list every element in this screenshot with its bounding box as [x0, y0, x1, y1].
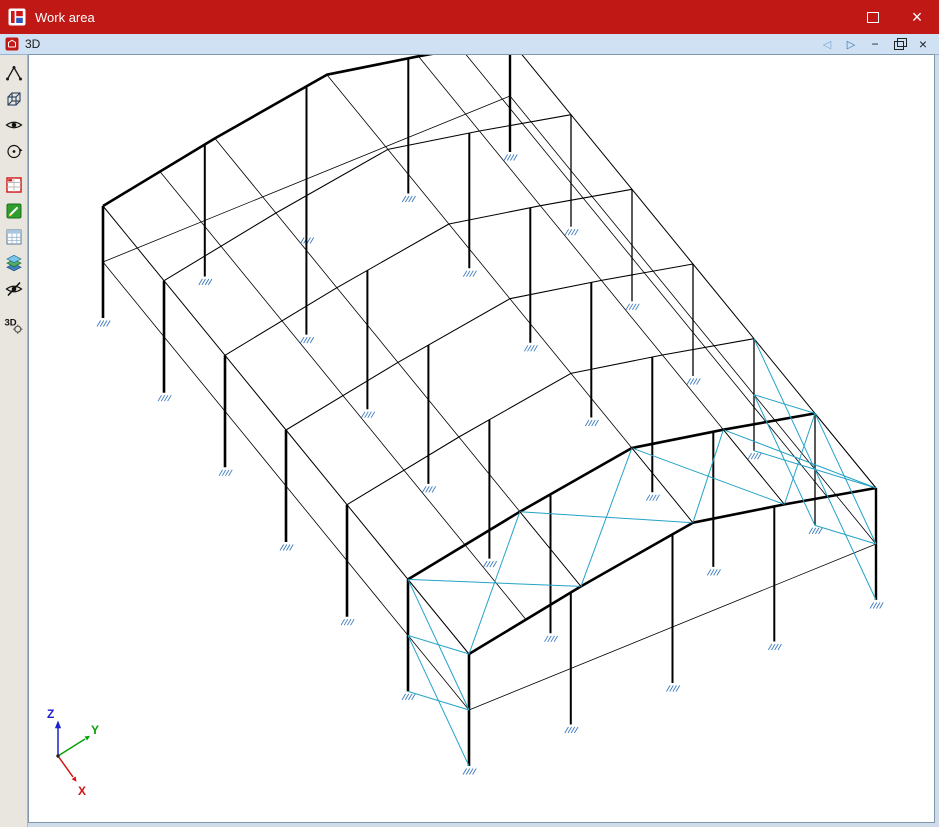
toolbar-wire-cube-button[interactable]	[2, 87, 26, 111]
toolbar-numbers-table-button[interactable]	[2, 225, 26, 249]
document-3d-icon	[5, 37, 19, 51]
nav-forward-icon: ▷	[846, 38, 856, 51]
axis-x-label: X	[78, 784, 87, 798]
orbit-rotate-icon	[6, 144, 22, 159]
edit-green-icon	[6, 203, 21, 219]
mdi-close-button[interactable]: ×	[911, 34, 935, 54]
node-member-icon	[5, 66, 22, 81]
toolbar-activity-button[interactable]	[2, 173, 26, 197]
app-logo-icon	[8, 8, 26, 26]
nav-back-button[interactable]: ◁	[815, 34, 839, 54]
hide-eye-icon	[4, 281, 23, 297]
model-3d-wireframe	[54, 55, 884, 782]
mdi-titlebar[interactable]: 3D ◁ ▷ − ×	[0, 34, 939, 55]
left-toolbar: 3D	[0, 55, 28, 827]
close-button[interactable]: ×	[895, 0, 939, 34]
toolbar-edit-button[interactable]	[2, 199, 26, 223]
nav-forward-button[interactable]: ▷	[839, 34, 863, 54]
3d-glyph: 3D	[4, 318, 16, 329]
toolbar-visibility-button[interactable]	[2, 113, 26, 137]
restore-icon	[894, 37, 907, 50]
mdi-close-icon: ×	[918, 36, 928, 52]
window-title: Work area	[35, 9, 95, 25]
toolbar-orbit-button[interactable]	[2, 139, 26, 163]
mdi-restore-button[interactable]	[887, 34, 911, 54]
toolbar-hide-button[interactable]	[2, 277, 26, 301]
activity-table-icon	[5, 177, 22, 193]
toolbar-3d-settings-button[interactable]: 3D	[2, 313, 26, 337]
mdi-window-title: 3D	[25, 37, 41, 51]
toolbar-node-member-button[interactable]	[2, 61, 26, 85]
numbers-table-icon	[6, 229, 21, 245]
nav-back-icon: ◁	[822, 38, 832, 51]
work-area-canvas[interactable]: Z Y X	[28, 54, 935, 823]
wire-cube-icon	[6, 92, 21, 106]
maximize-icon	[867, 11, 879, 23]
minimize-icon: −	[871, 37, 879, 51]
axis-y-label: Y	[91, 723, 100, 737]
axis-z-label: Z	[47, 707, 55, 721]
close-icon: ×	[911, 7, 923, 27]
toolbar-layers-button[interactable]	[2, 251, 26, 275]
mdi-minimize-button[interactable]: −	[863, 34, 887, 54]
maximize-button[interactable]	[851, 0, 895, 34]
view-3d-settings-icon: 3D	[4, 318, 22, 334]
visibility-eye-icon	[4, 121, 23, 129]
layers-icon	[5, 254, 22, 272]
titlebar[interactable]: Work area ×	[0, 0, 939, 34]
